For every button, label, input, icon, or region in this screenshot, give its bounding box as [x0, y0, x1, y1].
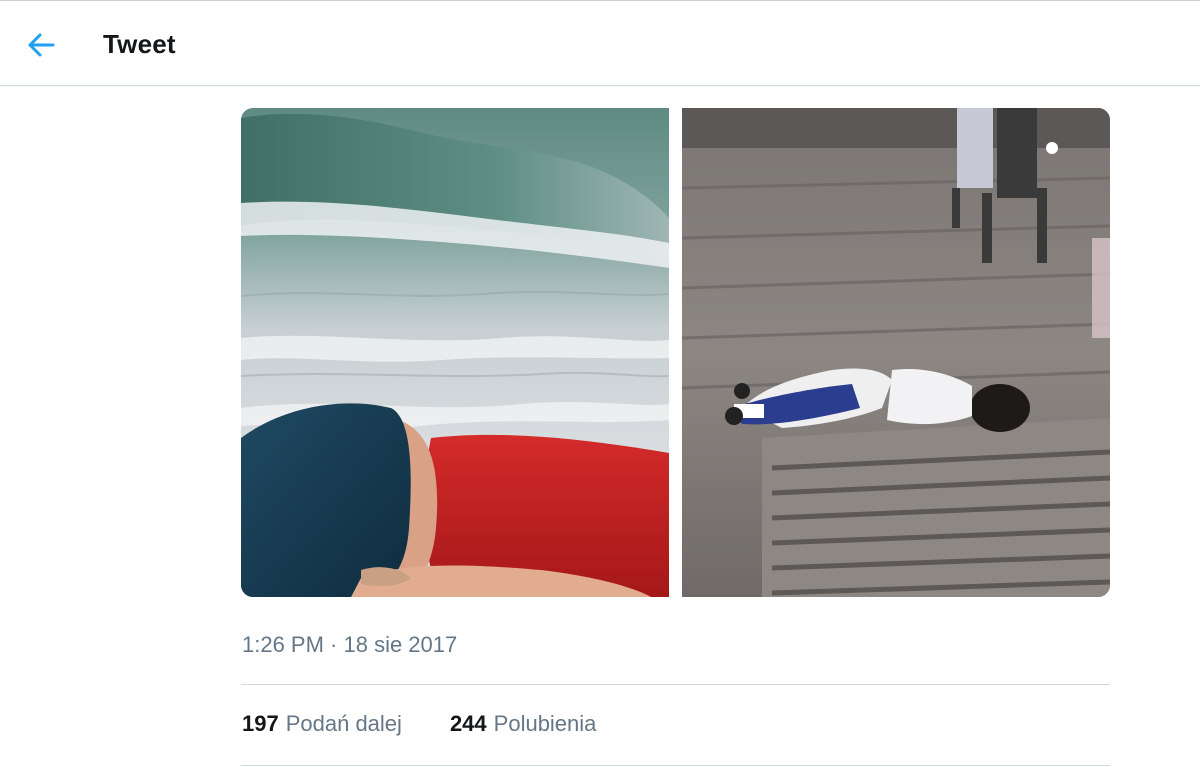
- divider: [241, 765, 1110, 766]
- back-button[interactable]: [20, 25, 60, 65]
- arrow-left-icon: [28, 33, 55, 57]
- beach-photo-image: [241, 108, 669, 597]
- media-grid: [241, 108, 1110, 597]
- tweet-page: Tweet 1:26 PM · 18 sie 2017 197 Podań da…: [0, 0, 1200, 767]
- likes-stat[interactable]: 244 Polubienia: [450, 711, 596, 737]
- tweet-timestamp[interactable]: 1:26 PM · 18 sie 2017: [242, 632, 457, 658]
- street-photo-image: [682, 108, 1110, 597]
- retweets-count: 197: [242, 711, 279, 736]
- tweet-stats: 197 Podań dalej 244 Polubienia: [242, 711, 644, 737]
- page-title: Tweet: [103, 29, 176, 59]
- likes-label: Polubienia: [493, 711, 597, 736]
- header-bar: Tweet: [0, 1, 1200, 86]
- divider: [241, 684, 1110, 685]
- retweets-stat[interactable]: 197 Podań dalej: [242, 711, 402, 737]
- retweets-label: Podań dalej: [285, 711, 402, 736]
- media-image-street[interactable]: [682, 108, 1110, 597]
- media-image-beach[interactable]: [241, 108, 669, 597]
- likes-count: 244: [449, 711, 487, 736]
